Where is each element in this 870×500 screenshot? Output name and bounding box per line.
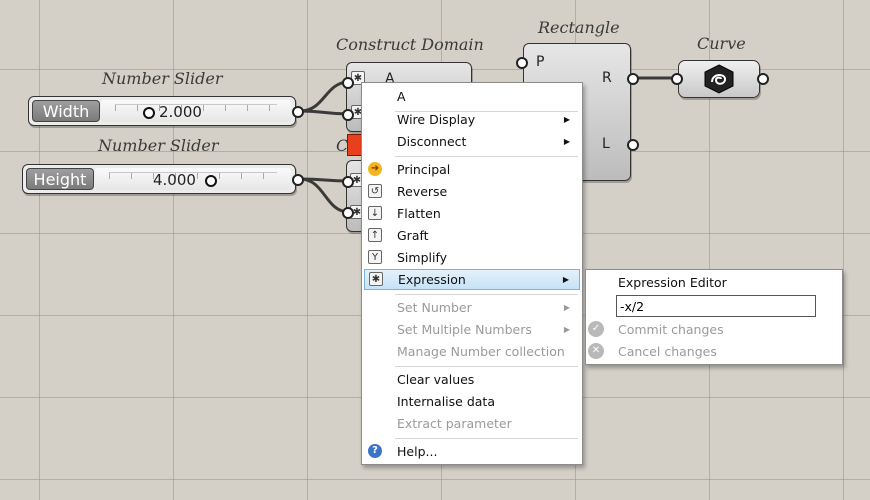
construct-domain-title: Construct Domain: [336, 35, 484, 54]
menu-item-disconnect[interactable]: Disconnect ▶: [364, 131, 580, 152]
menu-item-extract-parameter[interactable]: Extract parameter: [364, 413, 580, 434]
menu-separator: [395, 438, 578, 439]
reverse-icon: ↺: [368, 184, 382, 198]
menu-item-label: Expression: [398, 272, 466, 287]
graft-icon: ↑: [368, 228, 382, 242]
menu-item-label: Clear values: [397, 372, 475, 387]
width-slider-knob[interactable]: [143, 107, 155, 119]
curve-param[interactable]: [678, 60, 760, 98]
menu-item-clear-values[interactable]: Clear values: [364, 369, 580, 390]
expression-input[interactable]: [616, 295, 816, 317]
rectangle-port-l[interactable]: [627, 139, 639, 151]
menu-item-wire-display[interactable]: Wire Display ▶: [364, 109, 580, 130]
cancel-x-icon: ✕: [588, 343, 604, 359]
height-slider[interactable]: Height 4.000: [22, 164, 296, 194]
commit-check-icon: ✓: [588, 321, 604, 337]
submenu-arrow-icon: ▶: [563, 137, 570, 146]
height-slider-label: Height: [26, 168, 94, 190]
submenu-arrow-icon: ▶: [562, 275, 569, 284]
wire-width-to-a: [299, 80, 350, 113]
width-slider[interactable]: Width 2.000: [28, 96, 296, 126]
menu-item-expression[interactable]: ✱ Expression ▶: [364, 269, 580, 290]
expression-editor-item[interactable]: Expression Editor: [618, 275, 727, 290]
curve-title: Curve: [697, 34, 746, 53]
menu-item-principal[interactable]: ➜ Principal: [364, 159, 580, 180]
commit-changes-item[interactable]: Commit changes: [618, 322, 724, 337]
submenu-arrow-icon: ▶: [563, 303, 570, 312]
menu-separator: [395, 366, 578, 367]
menu-item-label: Flatten: [397, 206, 441, 221]
menu-item-manage-number-collection[interactable]: Manage Number collection: [364, 341, 580, 362]
slider-height-title: Number Slider: [98, 136, 219, 155]
menu-item-label: Set Number: [397, 300, 472, 315]
rectangle-port-r[interactable]: [627, 73, 639, 85]
construct-domain-port-a[interactable]: [342, 77, 354, 89]
width-slider-label: Width: [32, 100, 100, 122]
construct-domain-port-b[interactable]: [342, 109, 354, 121]
curve-input-port[interactable]: [671, 73, 683, 85]
menu-item-help[interactable]: ? Help...: [364, 441, 580, 462]
slider-width-title: Number Slider: [102, 69, 223, 88]
height-slider-track[interactable]: 4.000: [95, 168, 291, 190]
width-slider-value: 2.000: [159, 103, 202, 121]
curve-output-port[interactable]: [757, 73, 769, 85]
height-slider-output-port[interactable]: [292, 174, 304, 186]
menu-item-graft[interactable]: ↑ Graft: [364, 225, 580, 246]
menu-item-label: Principal: [397, 162, 451, 177]
menu-item-label: Extract parameter: [397, 416, 512, 431]
menu-item-set-number[interactable]: Set Number ▶: [364, 297, 580, 318]
rectangle-port-p[interactable]: [516, 57, 528, 69]
rectangle-input-p[interactable]: P: [536, 54, 544, 70]
rectangle-title: Rectangle: [538, 18, 620, 37]
menu-item-label: Help...: [397, 444, 438, 459]
menu-item-reverse[interactable]: ↺ Reverse: [364, 181, 580, 202]
height-slider-value: 4.000: [153, 171, 196, 189]
expression-icon: ✱: [369, 272, 383, 286]
menu-item-flatten[interactable]: ↓ Flatten: [364, 203, 580, 224]
principal-icon: ➜: [368, 162, 382, 176]
curve-param-icon: [704, 64, 734, 94]
menu-item-label: Simplify: [397, 250, 448, 265]
context-menu: A Wire Display ▶ Disconnect ▶ ➜ Principal …: [361, 82, 583, 465]
menu-item-label: Set Multiple Numbers: [397, 322, 532, 337]
menu-separator: [395, 156, 578, 157]
width-slider-output-port[interactable]: [292, 106, 304, 118]
menu-item-set-multiple-numbers[interactable]: Set Multiple Numbers ▶: [364, 319, 580, 340]
submenu-arrow-icon: ▶: [563, 325, 570, 334]
expression-submenu: Expression Editor ✓ Commit changes ✕ Can…: [585, 269, 843, 365]
construct-domain-2-port-2[interactable]: [342, 207, 354, 219]
menu-name-field-text: A: [397, 89, 406, 104]
submenu-arrow-icon: ▶: [563, 115, 570, 124]
height-slider-knob[interactable]: [205, 175, 217, 187]
construct-domain-2-port-1[interactable]: [342, 176, 354, 188]
menu-item-label: Wire Display: [397, 112, 476, 127]
menu-item-label: Internalise data: [397, 394, 495, 409]
menu-separator: [395, 294, 578, 295]
menu-item-label: Reverse: [397, 184, 448, 199]
menu-item-internalise-data[interactable]: Internalise data: [364, 391, 580, 412]
menu-item-label: Manage Number collection: [397, 344, 565, 359]
rectangle-output-l[interactable]: L: [602, 136, 610, 152]
simplify-icon: Y: [368, 250, 382, 264]
flatten-icon: ↓: [368, 206, 382, 220]
help-icon: ?: [368, 444, 382, 458]
menu-item-label: Disconnect: [397, 134, 467, 149]
rectangle-output-r[interactable]: R: [602, 70, 612, 86]
menu-name-field[interactable]: A: [364, 86, 580, 107]
cancel-changes-item[interactable]: Cancel changes: [618, 344, 717, 359]
menu-item-label: Graft: [397, 228, 429, 243]
width-slider-track[interactable]: 2.000: [101, 100, 291, 122]
menu-item-simplify[interactable]: Y Simplify: [364, 247, 580, 268]
